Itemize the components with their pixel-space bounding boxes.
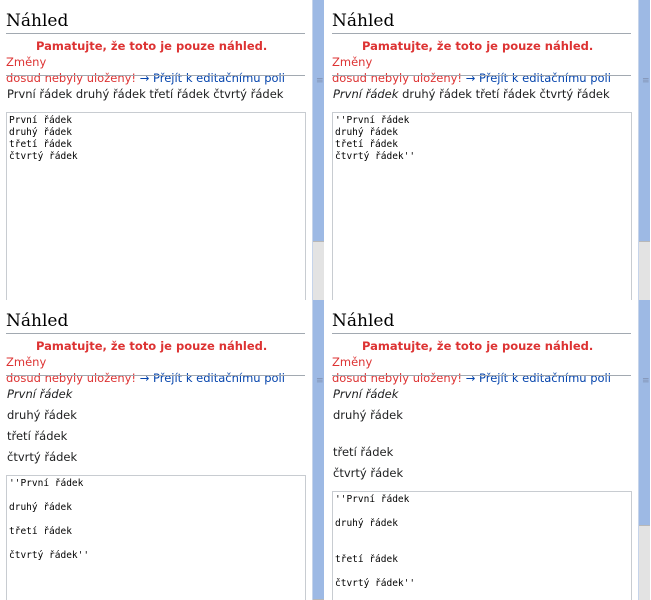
preview-line: třetí řádek xyxy=(333,445,394,459)
textarea-line: ''První řádek xyxy=(335,494,410,505)
panel-content: Náhled Pamatujte, že toto je pouze náhle… xyxy=(0,0,311,300)
textarea-line: třetí řádek xyxy=(9,526,72,537)
textarea-line xyxy=(9,514,303,526)
preview-line: První řádek xyxy=(7,387,73,401)
scrollbar-track[interactable] xyxy=(639,241,650,300)
textarea-line: čtvrtý řádek'' xyxy=(335,578,416,589)
textarea-line xyxy=(335,542,629,554)
warning-text: Změny xyxy=(6,55,47,69)
textarea-line: třetí řádek xyxy=(9,139,72,150)
warning-bold-text: Pamatujte, že toto je pouze náhled. xyxy=(36,39,268,53)
panel-content: Náhled Pamatujte, že toto je pouze náhle… xyxy=(326,300,637,600)
preview-line: čtvrtý řádek xyxy=(7,450,78,464)
textarea-line: čtvrtý řádek'' xyxy=(9,550,90,561)
textarea-line: ''První řádek xyxy=(335,115,410,126)
preview-panel-3: Náhled Pamatujte, že toto je pouze náhle… xyxy=(0,300,325,600)
warning-divider xyxy=(6,375,305,376)
warning-divider xyxy=(6,75,305,76)
preview-panel-2: Náhled Pamatujte, že toto je pouze náhle… xyxy=(326,0,651,300)
preview-line: První řádek xyxy=(333,387,399,401)
textarea-line: druhý řádek xyxy=(9,502,72,513)
scrollbar-grip-icon[interactable]: ≡ xyxy=(642,76,650,86)
warning-bold-text: Pamatujte, že toto je pouze náhled. xyxy=(362,39,594,53)
warning-text-2: dosud nebyly uloženy! xyxy=(6,71,137,85)
preview-warning: Pamatujte, že toto je pouze náhled. Změn… xyxy=(6,338,306,386)
textarea-line: druhý řádek xyxy=(9,127,72,138)
textarea-line xyxy=(335,530,629,542)
vertical-scrollbar[interactable]: ≡ xyxy=(312,0,324,300)
heading-divider xyxy=(6,33,305,34)
jump-to-editor-link[interactable]: → Přejít k editačnímu poli xyxy=(466,371,611,385)
textarea-line: třetí řádek xyxy=(335,139,398,150)
warning-text: Změny xyxy=(332,55,373,69)
edit-textarea[interactable]: ''První řádek druhý řádek třetí řádek čt… xyxy=(332,491,632,600)
preview-warning: Pamatujte, že toto je pouze náhled. Změn… xyxy=(332,38,632,86)
vertical-scrollbar[interactable]: ≡ xyxy=(638,0,650,300)
textarea-line: druhý řádek xyxy=(335,518,398,529)
heading-divider xyxy=(6,333,305,334)
preview-panel-4: Náhled Pamatujte, že toto je pouze náhle… xyxy=(326,300,651,600)
panel-content: Náhled Pamatujte, že toto je pouze náhle… xyxy=(326,0,637,300)
warning-text: Změny xyxy=(332,355,373,369)
heading-divider xyxy=(332,33,631,34)
warning-text: Změny xyxy=(6,355,47,369)
scrollbar-grip-icon[interactable]: ≡ xyxy=(316,376,324,386)
textarea-line xyxy=(335,566,629,578)
preview-line: První řádek druhý řádek třetí řádek čtvr… xyxy=(7,87,284,101)
warning-divider xyxy=(332,375,631,376)
textarea-line: druhý řádek xyxy=(335,127,398,138)
panel-content: Náhled Pamatujte, že toto je pouze náhle… xyxy=(0,300,311,600)
vertical-scrollbar[interactable]: ≡ xyxy=(312,300,324,600)
preview-line: První řádek druhý řádek třetí řádek čtvr… xyxy=(333,87,610,101)
page-title: Náhled xyxy=(6,311,69,331)
textarea-line: čtvrtý řádek xyxy=(9,151,78,162)
jump-to-editor-link[interactable]: → Přejít k editačnímu poli xyxy=(140,71,285,85)
scrollbar-track[interactable] xyxy=(313,241,324,300)
textarea-line: První řádek xyxy=(9,115,72,126)
scrollbar-track[interactable] xyxy=(639,525,650,600)
edit-textarea[interactable]: ''První řádek druhý řádek třetí řádek čt… xyxy=(332,112,632,300)
warning-text-2: dosud nebyly uloženy! xyxy=(332,371,463,385)
page-title: Náhled xyxy=(332,311,395,331)
preview-panel-1: Náhled Pamatujte, že toto je pouze náhle… xyxy=(0,0,325,300)
heading-divider xyxy=(332,333,631,334)
edit-textarea[interactable]: ''První řádek druhý řádek třetí řádek čt… xyxy=(6,475,306,600)
page-title: Náhled xyxy=(6,11,69,31)
preview-warning: Pamatujte, že toto je pouze náhled. Změn… xyxy=(332,338,632,386)
textarea-line xyxy=(335,506,629,518)
scrollbar-grip-icon[interactable]: ≡ xyxy=(316,76,324,86)
textarea-line: čtvrtý řádek'' xyxy=(335,151,416,162)
preview-warning: Pamatujte, že toto je pouze náhled. Změn… xyxy=(6,38,306,86)
textarea-line xyxy=(9,538,303,550)
warning-text-2: dosud nebyly uloženy! xyxy=(6,371,137,385)
warning-bold-text: Pamatujte, že toto je pouze náhled. xyxy=(362,339,594,353)
warning-bold-text: Pamatujte, že toto je pouze náhled. xyxy=(36,339,268,353)
jump-to-editor-link[interactable]: → Přejít k editačnímu poli xyxy=(466,71,611,85)
vertical-scrollbar[interactable]: ≡ xyxy=(638,300,650,600)
textarea-line: ''První řádek xyxy=(9,478,84,489)
jump-to-editor-link[interactable]: → Přejít k editačnímu poli xyxy=(140,371,285,385)
textarea-line: třetí řádek xyxy=(335,554,398,565)
scrollbar-grip-icon[interactable]: ≡ xyxy=(642,376,650,386)
warning-text-2: dosud nebyly uloženy! xyxy=(332,71,463,85)
preview-line: čtvrtý řádek xyxy=(333,466,404,480)
preview-line: druhý řádek xyxy=(7,408,77,422)
preview-line: třetí řádek xyxy=(7,429,68,443)
warning-divider xyxy=(332,75,631,76)
page-title: Náhled xyxy=(332,11,395,31)
edit-textarea[interactable]: První řádek druhý řádek třetí řádek čtvr… xyxy=(6,112,306,300)
textarea-line xyxy=(9,490,303,502)
preview-line: druhý řádek xyxy=(333,408,403,422)
